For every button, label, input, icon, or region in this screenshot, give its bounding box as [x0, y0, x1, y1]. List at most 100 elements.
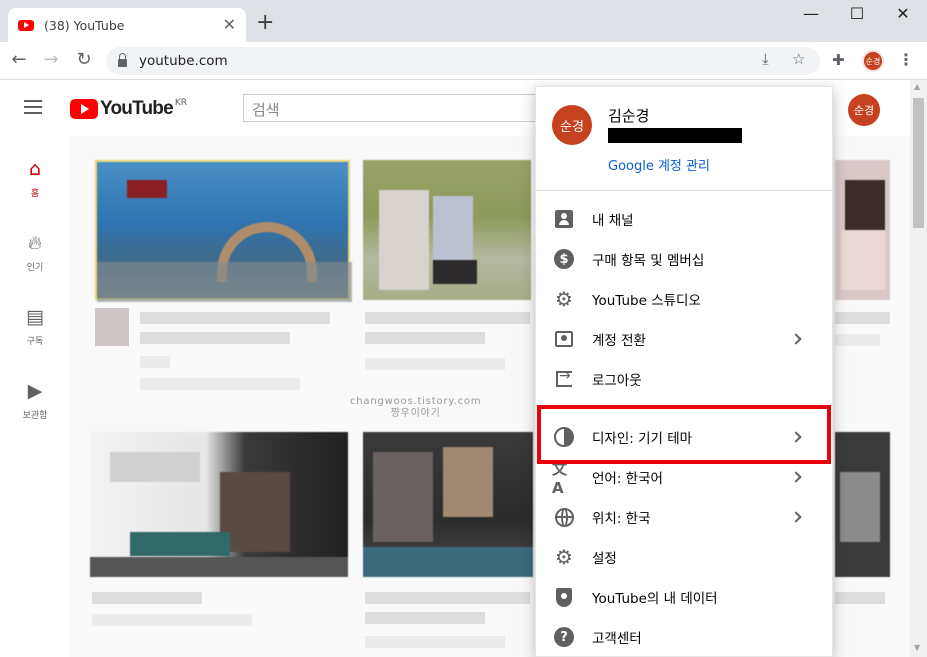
hamburger-menu-icon[interactable]	[24, 100, 44, 116]
watermark-line: changwoos.tistory.com	[350, 396, 482, 407]
menu-label: YouTube 스튜디오	[592, 293, 701, 309]
chevron-right-icon	[790, 333, 802, 345]
account-avatar: 순경	[552, 105, 592, 145]
browser-profile-avatar[interactable]: 순경	[862, 50, 884, 72]
menu-item-purchases[interactable]: $ 구매 항목 및 멤버십	[536, 239, 832, 279]
menu-item-settings[interactable]: ⚙ 설정	[536, 537, 832, 577]
account-menu-header: 순경 김순경 Google 계정 관리	[536, 87, 832, 191]
guide-label: 홈	[30, 189, 40, 199]
home-icon: ⌂	[28, 158, 42, 180]
menu-label: 내 채널	[592, 213, 634, 229]
account-username: 김순경	[608, 107, 650, 125]
address-bar[interactable]: youtube.com ⤓ ☆	[106, 47, 820, 75]
video-title[interactable]	[365, 592, 530, 604]
video-meta	[140, 378, 300, 390]
video-title[interactable]	[365, 332, 485, 344]
help-icon: ?	[552, 625, 576, 649]
watermark-line: 쨩우이야기	[390, 408, 441, 419]
video-thumbnail[interactable]	[95, 160, 352, 302]
youtube-favicon-icon	[18, 19, 34, 31]
channel-avatar[interactable]	[95, 308, 129, 346]
video-thumbnail[interactable]	[90, 432, 348, 577]
youtube-play-logo-icon	[70, 99, 98, 119]
browser-menu-icon[interactable]: ⋮	[898, 50, 914, 69]
tab-title: (38) YouTube	[44, 17, 125, 33]
menu-item-location[interactable]: 위치: 한국	[536, 497, 832, 537]
fire-icon: 🔥︎	[28, 232, 42, 254]
guide-item-trending[interactable]: 🔥︎ 인기	[0, 232, 70, 273]
guide-item-home[interactable]: ⌂ 홈	[0, 158, 70, 199]
search-input[interactable]: 검색	[243, 94, 543, 122]
settings-icon: ⚙	[555, 545, 573, 569]
dollar-icon: $	[552, 247, 576, 271]
switch-account-icon	[552, 327, 576, 351]
browser-tab-youtube[interactable]: (38) YouTube ✕	[8, 8, 246, 42]
video-title[interactable]	[140, 312, 330, 324]
manage-google-account-link[interactable]: Google 계정 관리	[608, 155, 710, 174]
menu-label: 로그아웃	[592, 373, 642, 389]
gear-icon: ⚙	[555, 287, 573, 311]
chevron-right-icon	[790, 471, 802, 483]
watermark: changwoos.tistory.com 쨩우이야기	[350, 396, 481, 420]
video-title[interactable]	[140, 332, 290, 344]
menu-label: 구매 항목 및 멤버십	[592, 253, 705, 269]
bookmark-star-icon[interactable]: ☆	[792, 50, 805, 68]
menu-item-logout[interactable]: 로그아웃	[536, 359, 832, 399]
back-button[interactable]: ←	[8, 50, 30, 70]
video-thumbnail[interactable]	[363, 160, 531, 300]
video-title[interactable]	[835, 312, 890, 324]
person-icon	[552, 207, 576, 231]
menu-label: 고객센터	[592, 631, 642, 647]
video-title[interactable]	[92, 592, 202, 604]
menu-item-switch-account[interactable]: 계정 전환	[536, 319, 832, 359]
chevron-right-icon	[790, 511, 802, 523]
header-avatar[interactable]: 순경	[848, 94, 880, 126]
menu-label: YouTube의 내 데이터	[592, 591, 718, 607]
maximize-button[interactable]: ☐	[834, 4, 880, 23]
menu-label: 위치: 한국	[592, 511, 651, 527]
video-thumbnail[interactable]	[835, 432, 890, 577]
menu-label: 계정 전환	[592, 333, 646, 349]
guide-item-subscriptions[interactable]: ▤ 구독	[0, 306, 70, 347]
region-code: KR	[174, 98, 188, 108]
extensions-puzzle-icon[interactable]: ✚	[832, 51, 845, 69]
menu-label: 설정	[592, 551, 617, 567]
account-menu: 순경 김순경 Google 계정 관리 내 채널 $ 구매 항목 및 멤버십 ⚙…	[535, 86, 833, 657]
reload-button[interactable]: ↻	[73, 50, 95, 70]
video-title[interactable]	[365, 612, 485, 624]
redacted-email	[608, 128, 742, 143]
logo-text: YouTube	[100, 98, 174, 119]
scroll-down-arrow-icon[interactable]: ▼	[914, 643, 920, 652]
scroll-up-arrow-icon[interactable]: ▲	[914, 82, 920, 91]
logout-icon	[552, 367, 576, 391]
library-icon: ▶	[27, 380, 43, 402]
guide-label: 구독	[26, 337, 44, 347]
menu-item-studio[interactable]: ⚙ YouTube 스튜디오	[536, 279, 832, 319]
forward-button[interactable]: →	[40, 50, 62, 70]
browser-tabstrip: (38) YouTube ✕ + — ☐ ✕	[0, 0, 927, 42]
tab-close-icon[interactable]: ✕	[223, 17, 236, 33]
video-thumbnail[interactable]	[835, 160, 890, 300]
page-scrollbar[interactable]: ▲ ▼	[910, 80, 927, 657]
video-meta	[365, 358, 505, 370]
guide-label: 인기	[26, 263, 44, 273]
mini-guide: ⌂ 홈 🔥︎ 인기 ▤ 구독 ▶ 보관함	[0, 136, 70, 657]
guide-item-library[interactable]: ▶ 보관함	[0, 380, 70, 421]
menu-item-my-channel[interactable]: 내 채널	[536, 199, 832, 239]
new-tab-button[interactable]: +	[256, 12, 274, 34]
video-meta	[365, 636, 505, 648]
scrollbar-thumb[interactable]	[913, 98, 924, 228]
video-meta	[835, 334, 880, 346]
url-text: youtube.com	[139, 53, 228, 69]
video-title[interactable]	[365, 312, 530, 324]
menu-item-help[interactable]: ? 고객센터	[536, 617, 832, 656]
close-window-button[interactable]: ✕	[880, 4, 926, 23]
install-app-icon[interactable]: ⤓	[762, 50, 769, 68]
menu-label: 언어: 한국어	[592, 471, 663, 487]
minimize-button[interactable]: —	[788, 4, 834, 23]
youtube-logo[interactable]: YouTube KR	[70, 98, 187, 120]
video-thumbnail[interactable]	[363, 432, 533, 577]
video-title[interactable]	[835, 592, 885, 604]
lock-icon	[118, 53, 127, 67]
menu-item-your-data[interactable]: YouTube의 내 데이터	[536, 577, 832, 617]
